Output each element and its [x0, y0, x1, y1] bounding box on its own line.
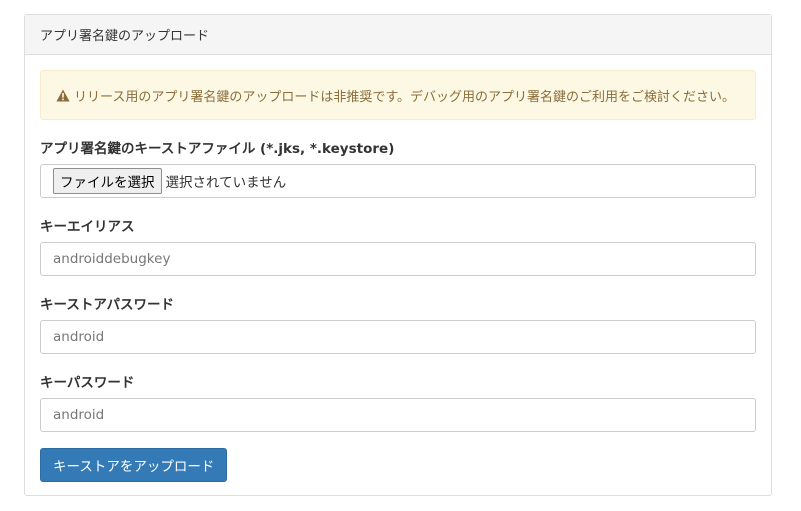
panel-body: リリース用のアプリ署名鍵のアップロードは非推奨です。デバッグ用のアプリ署名鍵のご… — [25, 55, 771, 497]
keystore-password-input[interactable] — [40, 320, 756, 354]
file-status-text: 選択されていません — [165, 175, 287, 191]
key-alias-label: キーエイリアス — [40, 219, 135, 235]
key-password-label: キーパスワード — [40, 375, 135, 391]
alert-text: リリース用のアプリ署名鍵のアップロードは非推奨です。デバッグ用のアプリ署名鍵のご… — [74, 89, 736, 105]
panel-heading: アプリ署名鍵のアップロード — [25, 15, 771, 55]
keystore-file-group: アプリ署名鍵のキーストアファイル (*.jks, *.keystore) ファイ… — [40, 140, 756, 198]
keystore-password-group: キーストアパスワード — [40, 296, 756, 354]
panel-title: アプリ署名鍵のアップロード — [40, 29, 210, 44]
key-password-input[interactable] — [40, 398, 756, 432]
deprecation-warning-alert: リリース用のアプリ署名鍵のアップロードは非推奨です。デバッグ用のアプリ署名鍵のご… — [40, 70, 756, 120]
upload-keystore-button[interactable]: キーストアをアップロード — [40, 448, 228, 482]
key-alias-input[interactable] — [40, 242, 756, 276]
keystore-file-label: アプリ署名鍵のキーストアファイル (*.jks, *.keystore) — [40, 141, 395, 157]
choose-file-button[interactable]: ファイルを選択 — [53, 168, 162, 194]
keystore-file-input[interactable]: ファイルを選択 選択されていません — [40, 164, 756, 198]
keystore-password-label: キーストアパスワード — [40, 297, 175, 313]
key-password-group: キーパスワード — [40, 374, 756, 432]
key-alias-group: キーエイリアス — [40, 218, 756, 276]
warning-triangle-icon — [56, 89, 70, 101]
upload-panel: アプリ署名鍵のアップロード リリース用のアプリ署名鍵のアップロードは非推奨です。… — [24, 14, 772, 496]
